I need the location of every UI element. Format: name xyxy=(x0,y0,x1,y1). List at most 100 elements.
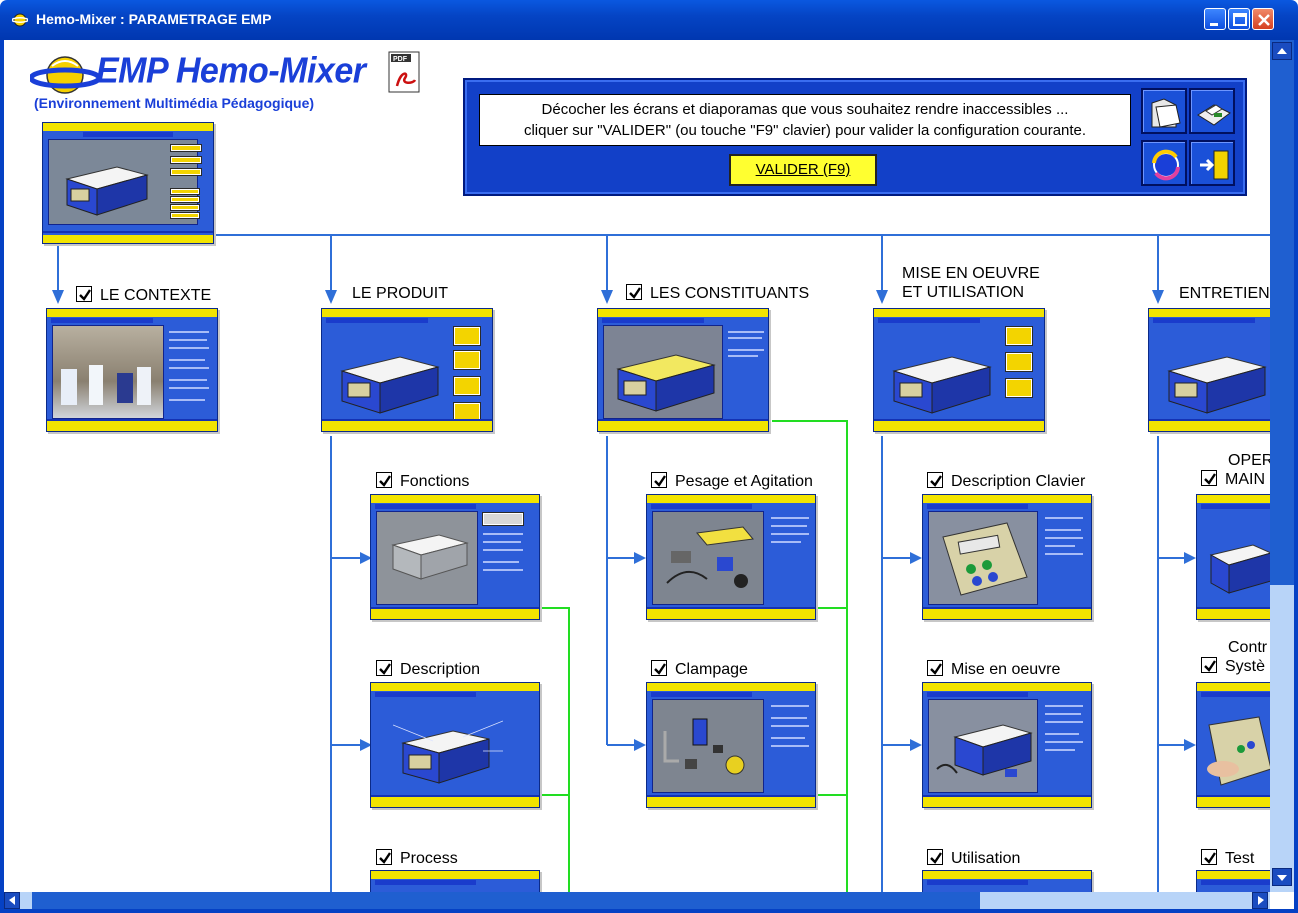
hemo-mixer-machine-image xyxy=(936,724,1033,777)
fonctions-screen-thumbnail[interactable] xyxy=(370,494,540,620)
printer-icon xyxy=(1197,104,1231,126)
checkbox-process[interactable] xyxy=(376,849,392,865)
contexte-screen-thumbnail[interactable] xyxy=(46,308,218,432)
description-screen-thumbnail[interactable] xyxy=(370,682,540,808)
process-screen-thumbnail[interactable] xyxy=(370,870,540,892)
checkmark-icon xyxy=(79,289,91,301)
folder-open-icon xyxy=(1151,98,1181,128)
checkbox-contexte[interactable] xyxy=(76,286,92,302)
constituants-screen-thumbnail[interactable] xyxy=(597,308,769,432)
scroll-down-button[interactable] xyxy=(1272,868,1292,886)
controle-systeme-screen-thumbnail[interactable] xyxy=(1196,682,1270,808)
section-constituants[interactable]: LES CONSTITUANTS xyxy=(626,284,809,303)
item-pesage-agitation-label: Pesage et Agitation xyxy=(675,473,813,490)
keypad-hands-image xyxy=(1207,716,1270,786)
pdf-document-icon[interactable]: PDF xyxy=(387,50,423,94)
checkmark-icon xyxy=(930,663,942,675)
test-screen-thumbnail[interactable] xyxy=(1196,870,1270,892)
exploded-parts-drawing xyxy=(666,526,754,588)
item-mise-en-oeuvre[interactable]: Mise en oeuvre xyxy=(927,660,1060,679)
item-operations-maintenance[interactable]: OPER MAIN xyxy=(1201,451,1270,489)
checkbox-controle-systeme[interactable] xyxy=(1201,657,1217,673)
instruction-message: Décocher les écrans et diaporamas que vo… xyxy=(479,94,1131,146)
checkmark-icon xyxy=(930,475,942,487)
arrow-left-icon xyxy=(9,896,15,905)
item-mise-en-oeuvre-label: Mise en oeuvre xyxy=(951,661,1061,678)
refresh-icon xyxy=(1152,149,1180,181)
item-clampage-label: Clampage xyxy=(675,661,748,678)
validate-button[interactable]: VALIDER (F9) xyxy=(729,154,877,186)
section-mise-en-oeuvre: MISE EN OEUVRE ET UTILISATION xyxy=(902,264,1040,302)
checkmark-icon xyxy=(654,663,666,675)
item-description-label: Description xyxy=(400,661,481,678)
checkmark-icon xyxy=(379,852,391,864)
window-title: Hemo-Mixer : PARAMETRAGE EMP xyxy=(36,11,272,27)
hemo-mixer-machine-image xyxy=(340,356,440,414)
item-fonctions[interactable]: Fonctions xyxy=(376,472,469,491)
checkbox-description-clavier[interactable] xyxy=(927,472,943,488)
utilisation-screen-thumbnail[interactable] xyxy=(922,870,1092,892)
produit-screen-thumbnail[interactable] xyxy=(321,308,493,432)
print-button[interactable] xyxy=(1189,88,1235,134)
horizontal-scrollbar[interactable] xyxy=(4,892,1270,909)
maximize-button[interactable] xyxy=(1228,8,1250,30)
operations-maintenance-screen-thumbnail[interactable] xyxy=(1196,494,1270,620)
item-description-clavier[interactable]: Description Clavier xyxy=(927,472,1085,491)
hemo-mixer-machine-image xyxy=(892,356,992,414)
vertical-scrollbar[interactable] xyxy=(1270,40,1294,892)
clampage-screen-thumbnail[interactable] xyxy=(646,682,816,808)
item-utilisation-label: Utilisation xyxy=(951,850,1021,867)
checkbox-utilisation[interactable] xyxy=(927,849,943,865)
checkbox-operations-maintenance[interactable] xyxy=(1201,470,1217,486)
checkmark-icon xyxy=(930,852,942,864)
item-clampage[interactable]: Clampage xyxy=(651,660,748,679)
description-clavier-screen-thumbnail[interactable] xyxy=(922,494,1092,620)
mise-en-oeuvre-screen-thumbnail[interactable] xyxy=(873,308,1045,432)
laboratory-photo xyxy=(61,365,151,405)
entretien-screen-thumbnail[interactable] xyxy=(1148,308,1270,432)
item-description[interactable]: Description xyxy=(376,660,480,679)
checkmark-icon xyxy=(1204,473,1216,485)
checkbox-pesage-agitation[interactable] xyxy=(651,472,667,488)
vertical-scroll-thumb[interactable] xyxy=(1270,40,1294,585)
section-contexte[interactable]: LE CONTEXTE xyxy=(76,286,211,305)
checkmark-icon xyxy=(629,287,641,299)
pesage-agitation-screen-thumbnail[interactable] xyxy=(646,494,816,620)
window-titlebar[interactable]: Hemo-Mixer : PARAMETRAGE EMP xyxy=(0,0,1298,40)
checkmark-icon xyxy=(1204,660,1216,672)
item-process-label: Process xyxy=(400,850,458,867)
scroll-right-button[interactable] xyxy=(1252,892,1268,909)
close-button[interactable] xyxy=(1252,8,1274,30)
scroll-left-button[interactable] xyxy=(4,892,20,909)
hemo-mixer-machine-image xyxy=(616,354,716,412)
checkbox-description[interactable] xyxy=(376,660,392,676)
instruction-panel: Décocher les écrans et diaporamas que vo… xyxy=(463,78,1247,196)
horizontal-scroll-thumb[interactable] xyxy=(32,892,980,909)
section-mise-en-oeuvre-line1: MISE EN OEUVRE xyxy=(902,265,1040,282)
checkbox-constituants[interactable] xyxy=(626,284,642,300)
refresh-button[interactable] xyxy=(1141,140,1187,186)
minimize-button[interactable] xyxy=(1204,8,1226,30)
checkbox-fonctions[interactable] xyxy=(376,472,392,488)
section-constituants-label: LES CONSTITUANTS xyxy=(650,285,810,302)
main-menu-screen-thumbnail[interactable] xyxy=(42,122,214,244)
checkbox-test[interactable] xyxy=(1201,849,1217,865)
checkbox-clampage[interactable] xyxy=(651,660,667,676)
checkbox-mise-en-oeuvre[interactable] xyxy=(927,660,943,676)
exit-button[interactable] xyxy=(1189,140,1235,186)
arrow-right-icon xyxy=(1258,896,1264,905)
item-utilisation[interactable]: Utilisation xyxy=(927,849,1020,868)
mise-en-oeuvre-step-screen-thumbnail[interactable] xyxy=(922,682,1092,808)
item-description-clavier-label: Description Clavier xyxy=(951,473,1086,490)
hemo-mixer-machine-image xyxy=(1167,356,1267,414)
item-test[interactable]: Test xyxy=(1201,849,1254,868)
item-controle-line1: Contr xyxy=(1228,639,1268,656)
item-process[interactable]: Process xyxy=(376,849,458,868)
content-area: EMP Hemo-Mixer (Environnement Multimédia… xyxy=(4,40,1270,892)
minimize-icon xyxy=(1210,23,1218,26)
arrow-up-icon xyxy=(1277,48,1287,54)
open-button[interactable] xyxy=(1141,88,1187,134)
item-pesage-agitation[interactable]: Pesage et Agitation xyxy=(651,472,813,491)
item-controle-systeme[interactable]: Contr Systè xyxy=(1201,638,1267,676)
scroll-up-button[interactable] xyxy=(1272,42,1292,60)
